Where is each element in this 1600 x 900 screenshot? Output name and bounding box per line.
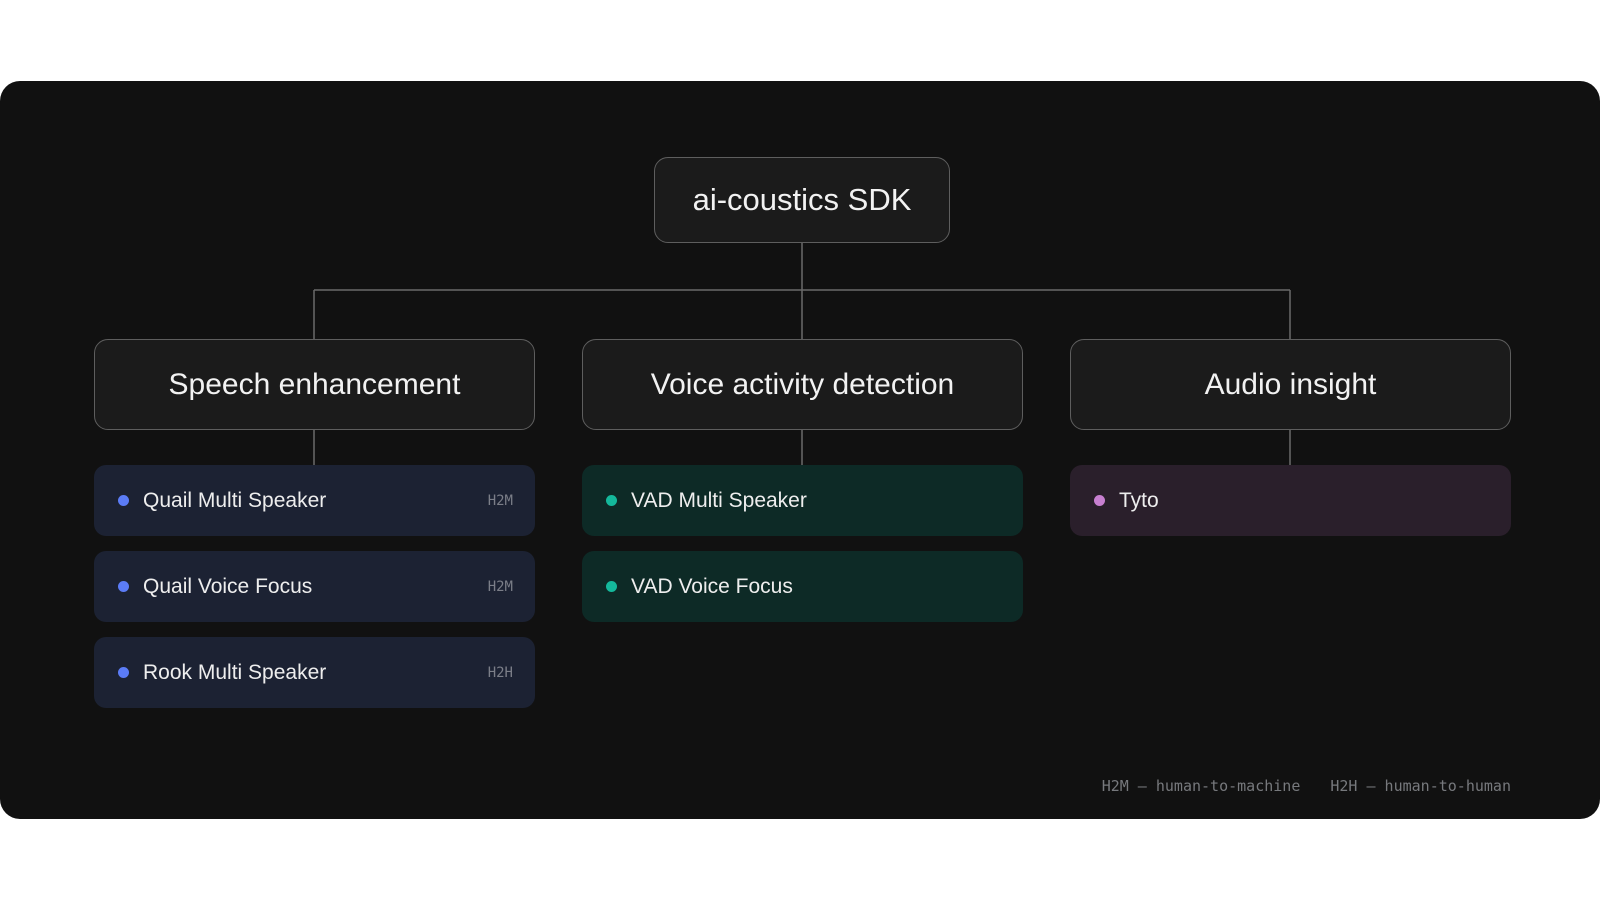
model-tag: H2H [487,664,513,681]
diagram-panel: ai-coustics SDK Speech enhancement Quail… [0,81,1600,819]
model-label: Quail Multi Speaker [143,488,327,512]
model-label: VAD Voice Focus [631,574,793,598]
model-label: Rook Multi Speaker [143,660,327,684]
category-audio-insight: Audio insight [1070,339,1511,430]
legend-h2h: H2H — human-to-human [1330,777,1511,795]
model-item: VAD Multi Speaker [582,465,1023,536]
model-item: Quail Voice Focus H2M [94,551,535,622]
sdk-root-node: ai-coustics SDK [654,157,950,243]
model-item: Quail Multi Speaker H2M [94,465,535,536]
category-speech-enhancement: Speech enhancement [94,339,535,430]
legend-h2m: H2M — human-to-machine [1101,777,1301,795]
bullet-dot-icon [1094,495,1105,506]
model-label: Quail Voice Focus [143,574,313,598]
model-item: VAD Voice Focus [582,551,1023,622]
model-label: Tyto [1119,488,1159,512]
model-tag: H2M [487,492,513,509]
model-tag: H2M [487,578,513,595]
bullet-dot-icon [118,495,129,506]
model-label: VAD Multi Speaker [631,488,807,512]
bullet-dot-icon [606,495,617,506]
model-item: Rook Multi Speaker H2H [94,637,535,708]
category-voice-activity-detection: Voice activity detection [582,339,1023,430]
bullet-dot-icon [606,581,617,592]
bullet-dot-icon [118,667,129,678]
bullet-dot-icon [118,581,129,592]
model-item: Tyto [1070,465,1511,536]
legend: H2M — human-to-machine H2H — human-to-hu… [1102,777,1511,795]
